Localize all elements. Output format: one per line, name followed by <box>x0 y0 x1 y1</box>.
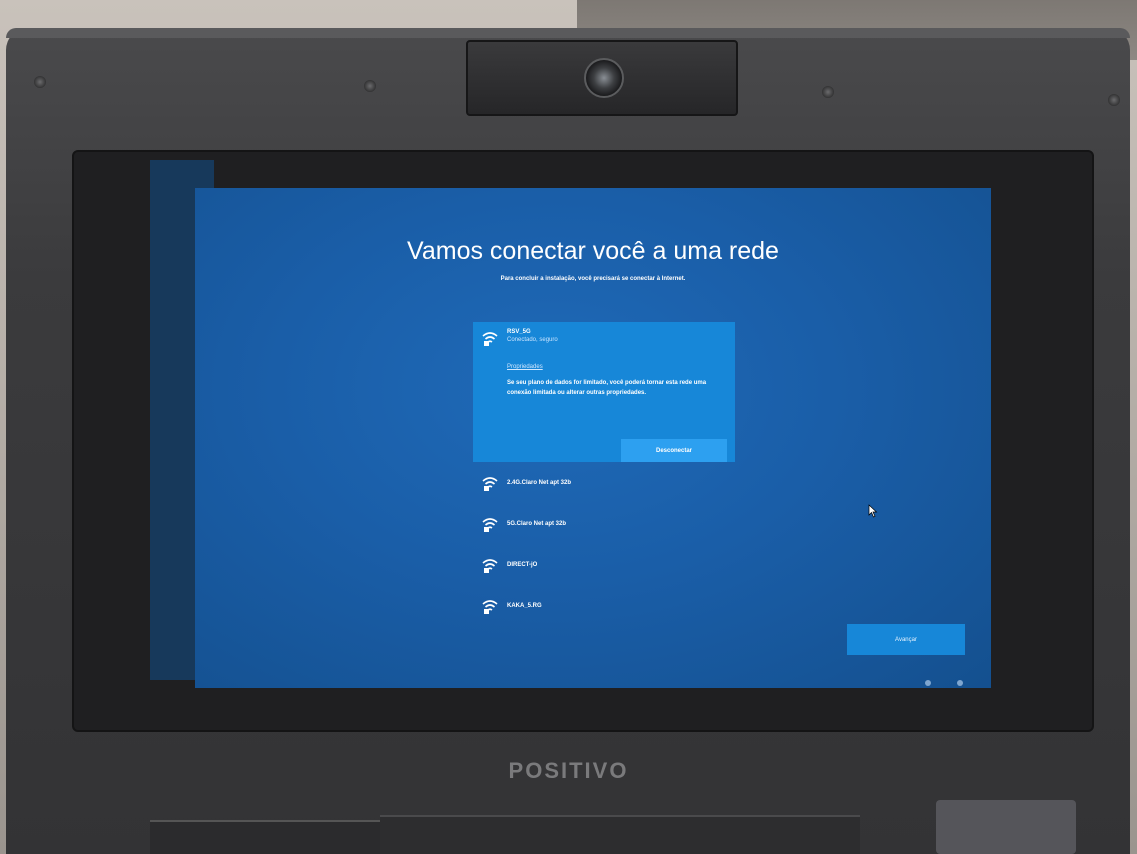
network-row: RSV_5G Conectado, seguro <box>481 328 727 348</box>
laptop-brand-logo: POSITIVO <box>508 758 629 783</box>
accessibility-icon[interactable] <box>925 680 931 686</box>
disconnect-button[interactable]: Desconectar <box>621 439 727 462</box>
network-item[interactable]: 5G.Claro Net apt 32b <box>473 503 735 544</box>
network-name: DIRECT-jO <box>507 561 538 568</box>
wifi-secured-icon <box>482 558 498 573</box>
network-item[interactable]: DIRECT-jO <box>473 544 735 585</box>
network-item[interactable]: 2.4G.Claro Net apt 32b <box>473 462 735 503</box>
oobe-screen: Vamos conectar você a uma rede Para conc… <box>195 188 991 688</box>
network-list: RSV_5G Conectado, seguro Propriedades Se… <box>473 322 735 626</box>
webcam-lens-icon <box>584 58 624 98</box>
laptop-lid-edge <box>6 28 1130 38</box>
network-name: 5G.Claro Net apt 32b <box>507 520 567 527</box>
screw-icon <box>34 76 46 88</box>
webcam-module <box>466 40 738 116</box>
network-description: Se seu plano de dados for limitado, você… <box>507 380 707 396</box>
screw-icon <box>822 86 834 98</box>
network-item[interactable]: KAKA_5.RG <box>473 585 735 626</box>
page-subtitle: Para concluir a instalação, você precisa… <box>500 276 686 282</box>
laptop-hinge-right <box>936 800 1076 854</box>
advance-button[interactable]: Avançar <box>847 624 965 655</box>
wifi-secured-icon <box>482 517 498 532</box>
wifi-secured-icon <box>482 599 498 614</box>
network-name: RSV_5G <box>507 329 531 335</box>
network-name: 2.4G.Claro Net apt 32b <box>507 479 572 486</box>
network-name: KAKA_5.RG <box>507 602 542 609</box>
network-status: Conectado, seguro <box>507 337 558 343</box>
laptop-hinge-left <box>150 820 380 854</box>
volume-icon[interactable] <box>957 680 963 686</box>
laptop-base <box>380 815 860 854</box>
network-item-selected[interactable]: RSV_5G Conectado, seguro Propriedades Se… <box>473 322 735 462</box>
wifi-secured-icon <box>482 332 498 346</box>
network-text: RSV_5G Conectado, seguro <box>507 328 558 345</box>
page-title: Vamos conectar você a uma rede <box>407 237 779 265</box>
properties-link[interactable]: Propriedades <box>507 364 727 370</box>
screw-icon <box>364 80 376 92</box>
wifi-secured-icon <box>482 476 498 491</box>
screw-icon <box>1108 94 1120 106</box>
mouse-cursor-icon <box>868 504 878 518</box>
